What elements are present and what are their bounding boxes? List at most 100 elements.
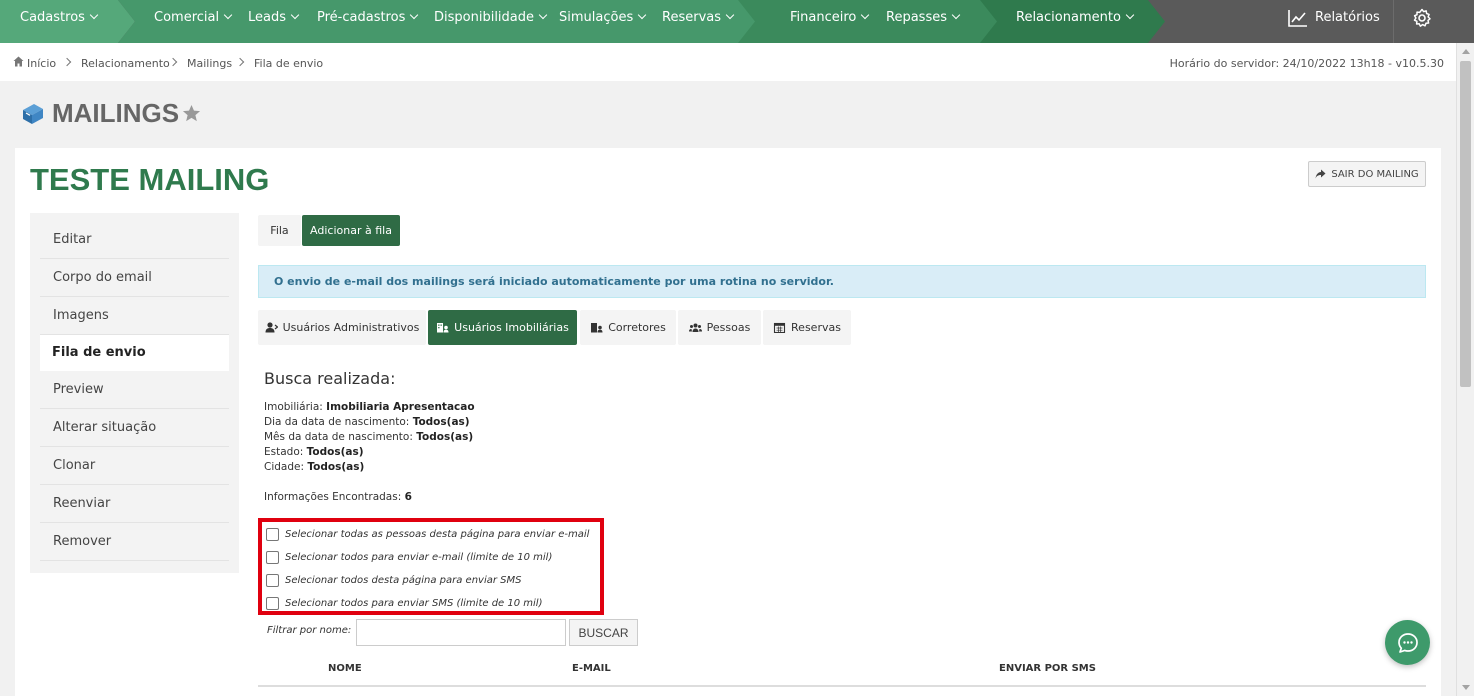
filter-value: Imobiliaria Apresentacao — [326, 401, 475, 413]
chevron-right-icon — [62, 57, 72, 67]
select-all-email-checkbox[interactable] — [266, 550, 279, 564]
server-time: Horário do servidor: 24/10/2022 13h18 - … — [1169, 57, 1444, 70]
home-icon — [13, 56, 24, 67]
gear-icon[interactable] — [1412, 8, 1432, 28]
nav-item-repasses[interactable]: Repasses — [886, 0, 961, 43]
breadcrumb-item-inicio[interactable]: Início — [27, 57, 56, 70]
select-page-sms-checkbox[interactable] — [266, 573, 279, 587]
filter-label: Imobiliária: — [264, 401, 323, 413]
tab-fila[interactable]: Fila — [258, 215, 301, 246]
nav-item-simulacoes[interactable]: Simulações — [559, 0, 647, 43]
nav-item-comercial[interactable]: Comercial — [154, 0, 233, 43]
nav-item-cadastros[interactable]: Cadastros — [20, 0, 99, 43]
nav-item-label: Financeiro — [790, 10, 857, 25]
select-page-email-option[interactable]: Selecionar todas as pessoas desta página… — [266, 526, 589, 542]
nav-item-pre-cadastros[interactable]: Pré-cadastros — [317, 0, 419, 43]
exit-mailing-button[interactable]: SAIR DO MAILING — [1308, 161, 1426, 187]
building-user-icon — [437, 323, 449, 333]
subtab-label: Usuários Administrativos — [282, 321, 420, 334]
nav-item-label: Leads — [248, 10, 287, 25]
select-all-sms-checkbox[interactable] — [266, 596, 279, 610]
exit-mailing-label: SAIR DO MAILING — [1331, 168, 1419, 180]
nav-item-label: Relatórios — [1315, 10, 1380, 25]
chevron-down-icon — [861, 10, 870, 20]
page-title: MAILINGS — [52, 98, 180, 128]
info-alert: O envio de e-mail dos mailings será inic… — [258, 265, 1426, 298]
sidebar-item-remover[interactable]: Remover — [40, 523, 229, 561]
sidebar-item-alterar-situacao[interactable]: Alterar situação — [40, 409, 229, 447]
chevron-down-icon — [637, 10, 647, 20]
breadcrumb-item-relacionamento[interactable]: Relacionamento — [81, 57, 170, 70]
checkbox-label: Selecionar todos desta página para envia… — [285, 574, 522, 586]
search-button[interactable]: BUSCAR — [569, 619, 638, 646]
nav-item-label: Pré-cadastros — [317, 10, 406, 25]
sidebar-item-preview[interactable]: Preview — [40, 371, 229, 409]
breadcrumb-item-mailings[interactable]: Mailings — [187, 57, 232, 70]
sidebar-item-fila-de-envio[interactable]: Fila de envio — [40, 335, 229, 371]
subtab-reservas[interactable]: Reservas — [763, 310, 851, 345]
sidebar-item-editar[interactable]: Editar — [40, 221, 229, 259]
table-header-divider — [258, 685, 1426, 687]
chevron-right-icon — [168, 57, 178, 67]
sidebar-item-imagens[interactable]: Imagens — [40, 297, 229, 335]
name-filter-label: Filtrar por nome: — [267, 625, 352, 636]
nav-item-relatorios[interactable]: Relatórios — [1315, 0, 1380, 43]
nav-item-relacionamento[interactable]: Relacionamento — [1016, 0, 1135, 43]
chevron-down-icon — [951, 10, 961, 20]
nav-item-reservas[interactable]: Reservas — [662, 0, 735, 43]
name-filter-input[interactable] — [356, 619, 566, 646]
search-summary-title: Busca realizada: — [264, 369, 396, 388]
breadcrumb: Início Relacionamento Mailings Fila de e… — [0, 43, 1456, 81]
checkbox-label: Selecionar todos para enviar SMS (limite… — [285, 597, 543, 609]
chevron-down-icon — [538, 10, 548, 20]
filter-value: Todos(as) — [416, 431, 474, 443]
column-header-email[interactable]: E-MAIL — [572, 663, 611, 674]
select-all-email-option[interactable]: Selecionar todos para enviar e-mail (lim… — [266, 549, 552, 565]
checkbox-label: Selecionar todas as pessoas desta página… — [285, 528, 590, 540]
sidebar-item-clonar[interactable]: Clonar — [40, 447, 229, 485]
filter-value: Todos(as) — [412, 416, 470, 428]
subtab-label: Usuários Imobiliárias — [454, 321, 569, 334]
filter-estado: Estado: Todos(as) — [264, 446, 364, 458]
tab-adicionar-a-fila[interactable]: Adicionar à fila — [302, 215, 400, 246]
chevron-down-icon — [89, 10, 99, 20]
nav-item-label: Disponibilidade — [434, 10, 535, 25]
chat-bubble-icon — [1397, 632, 1418, 653]
column-header-enviar-sms[interactable]: ENVIAR POR SMS — [999, 663, 1096, 674]
filter-label: Mês da data de nascimento: — [264, 431, 413, 443]
subtab-label: Reservas — [791, 321, 841, 334]
sidebar-item-reenviar[interactable]: Reenviar — [40, 485, 229, 523]
scroll-up-arrow-icon[interactable] — [1462, 49, 1470, 54]
share-arrow-icon — [1315, 169, 1326, 179]
filter-cidade: Cidade: Todos(as) — [264, 461, 364, 473]
mailing-sidebar: Editar Corpo do email Imagens Fila de en… — [30, 213, 239, 573]
filter-value: Todos(as) — [307, 461, 365, 473]
star-icon[interactable] — [182, 104, 201, 123]
nav-item-disponibilidade[interactable]: Disponibilidade — [434, 0, 548, 43]
nav-item-leads[interactable]: Leads — [248, 0, 300, 43]
column-header-nome[interactable]: NOME — [328, 663, 362, 674]
subtab-usuarios-imobiliarias[interactable]: Usuários Imobiliárias — [428, 310, 577, 345]
chevron-down-icon — [290, 10, 300, 20]
filter-value: Todos(as) — [306, 446, 364, 458]
chevron-down-icon — [410, 10, 419, 20]
scroll-down-arrow-icon[interactable] — [1462, 685, 1470, 690]
subtab-usuarios-administrativos[interactable]: Usuários Administrativos — [258, 310, 426, 345]
page-scrollbar[interactable] — [1456, 43, 1474, 696]
chat-button[interactable] — [1385, 620, 1430, 665]
sidebar-item-corpo-do-email[interactable]: Corpo do email — [40, 259, 229, 297]
nav-divider — [1393, 0, 1394, 43]
chevron-right-icon — [235, 57, 245, 67]
mailing-title: TESTE MAILING — [30, 162, 270, 197]
nav-item-financeiro[interactable]: Financeiro — [790, 0, 870, 43]
select-page-sms-option[interactable]: Selecionar todos desta página para envia… — [266, 572, 521, 588]
select-all-sms-option[interactable]: Selecionar todos para enviar SMS (limite… — [266, 595, 543, 611]
select-page-email-checkbox[interactable] — [266, 527, 279, 541]
subtab-pessoas[interactable]: Pessoas — [678, 310, 761, 345]
breadcrumb-item-fila-de-envio: Fila de envio — [254, 57, 324, 70]
results-count-value: 6 — [404, 491, 412, 503]
subtab-label: Corretores — [608, 321, 666, 334]
scrollbar-thumb[interactable] — [1460, 61, 1471, 387]
nav-item-label: Comercial — [154, 10, 220, 25]
subtab-corretores[interactable]: Corretores — [580, 310, 676, 345]
